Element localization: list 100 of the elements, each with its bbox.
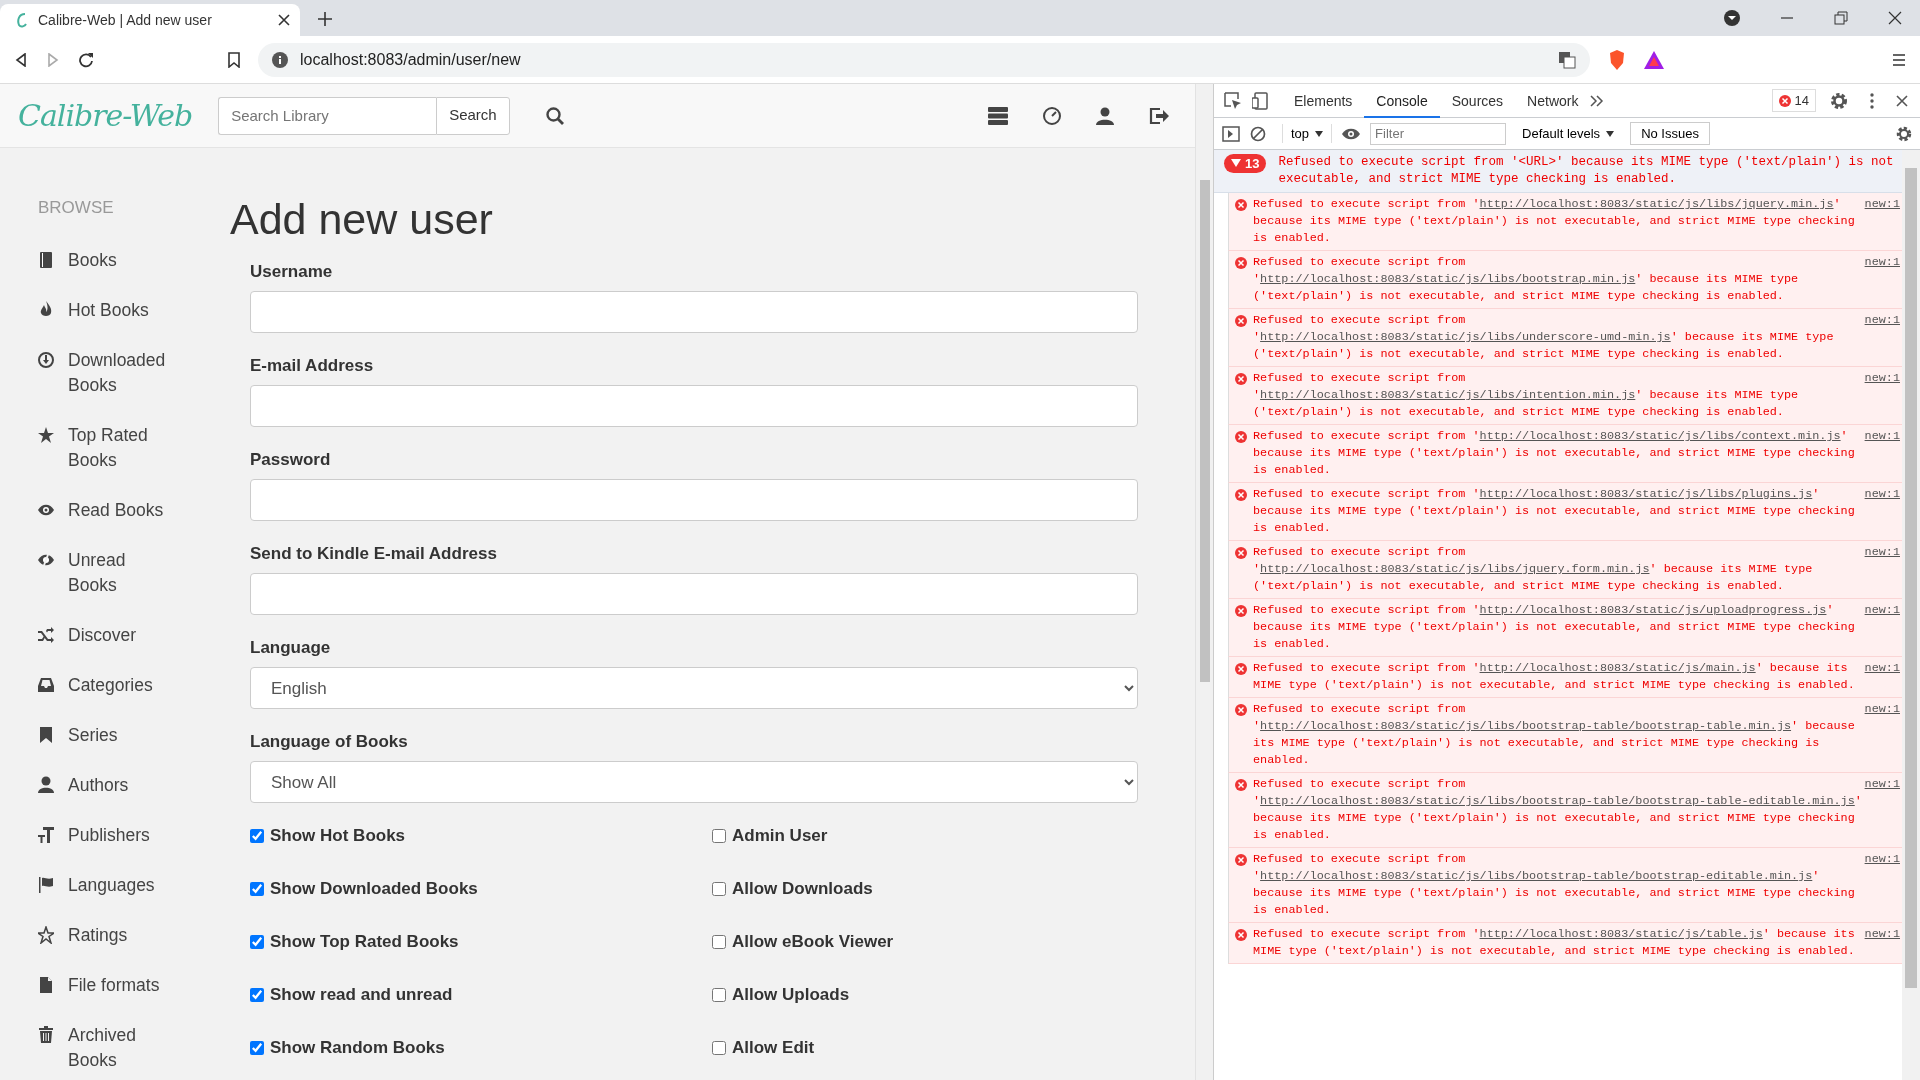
sidebar-link[interactable]: Unread Books <box>68 548 176 598</box>
triangle-icon[interactable] <box>1644 50 1664 69</box>
password-field[interactable] <box>250 479 1138 521</box>
checkbox[interactable] <box>712 829 726 843</box>
checkbox[interactable] <box>712 935 726 949</box>
source-link[interactable]: new:1 <box>1864 926 1900 943</box>
checkbox[interactable] <box>250 988 264 1002</box>
devtools-tab[interactable]: Console <box>1364 84 1440 118</box>
context-select[interactable]: top <box>1282 123 1333 144</box>
back-icon[interactable] <box>14 52 28 67</box>
error-count[interactable]: 14 <box>1771 88 1816 113</box>
url-link[interactable]: http://localhost:8083/static/js/libs/underscore-umd-min.js <box>1260 330 1671 344</box>
checkbox[interactable] <box>250 1041 264 1055</box>
source-link[interactable]: new:1 <box>1864 701 1900 718</box>
device-icon[interactable] <box>1252 91 1268 110</box>
sidebar-link[interactable]: Books <box>68 248 117 273</box>
source-link[interactable]: new:1 <box>1864 660 1900 677</box>
search-field[interactable]: Search Library <box>218 96 437 135</box>
devtools-tab[interactable]: Sources <box>1439 84 1516 118</box>
source-link[interactable]: new:1 <box>1864 196 1900 213</box>
sidebar-link[interactable]: Top Rated Books <box>68 423 176 473</box>
sidebar-link[interactable]: Ratings <box>68 923 128 948</box>
url-link[interactable]: http://localhost:8083/static/js/libs/context.min.js <box>1479 429 1841 443</box>
source-link[interactable]: new:1 <box>1864 370 1900 387</box>
url-link[interactable]: http://localhost:8083/static/js/libs/intention.min.js <box>1260 388 1636 402</box>
sidebar-link[interactable]: Read Books <box>68 498 164 523</box>
settings-icon[interactable] <box>1830 91 1848 110</box>
url-link[interactable]: http://localhost:8083/static/js/libs/jquery.min.js <box>1479 197 1834 211</box>
source-link[interactable]: new:1 <box>1864 312 1900 329</box>
input-field[interactable] <box>250 291 1138 333</box>
checkbox[interactable] <box>250 935 264 949</box>
sidebar-link[interactable]: Archived Books <box>68 1023 176 1073</box>
settings-icon[interactable] <box>1896 125 1912 142</box>
server-icon[interactable] <box>988 106 1008 125</box>
sidebar-link[interactable]: Discover <box>68 623 137 648</box>
sidebar-link[interactable]: Series <box>68 723 118 748</box>
scrollbar-thumb[interactable] <box>1905 168 1917 988</box>
input-field[interactable] <box>250 385 1138 427</box>
checkbox[interactable] <box>712 988 726 1002</box>
source-link[interactable]: new:1 <box>1864 428 1900 445</box>
url-link[interactable]: http://localhost:8083/static/js/libs/plugins.js <box>1479 487 1813 501</box>
issues-button[interactable]: No Issues <box>1630 121 1710 146</box>
new-tab-icon[interactable] <box>318 12 332 26</box>
checkbox[interactable] <box>712 882 726 896</box>
source-link[interactable]: new:1 <box>1864 254 1900 271</box>
url-link[interactable]: http://localhost:8083/static/js/libs/bootstrap-table/bootstrap-table-editable.min.js <box>1260 794 1855 808</box>
url-link[interactable]: http://localhost:8083/static/js/uploadprogress.js <box>1479 603 1827 617</box>
inspect-icon[interactable] <box>1224 91 1242 110</box>
source-link[interactable]: new:1 <box>1864 851 1900 868</box>
error-count-badge[interactable]: 13 <box>1224 154 1267 173</box>
scrollbar-thumb[interactable] <box>1200 180 1210 682</box>
close-icon[interactable] <box>1888 11 1902 25</box>
dashboard-icon[interactable] <box>1043 106 1061 125</box>
user-icon[interactable] <box>1096 106 1114 125</box>
eye-icon[interactable] <box>1342 127 1361 140</box>
url-link[interactable]: http://localhost:8083/static/js/libs/bootstrap.min.js <box>1260 272 1636 286</box>
menu-icon[interactable] <box>1892 52 1906 67</box>
devtools-tab[interactable]: Elements <box>1282 84 1365 118</box>
error-icon <box>1235 198 1247 211</box>
restore-icon[interactable] <box>1834 11 1848 25</box>
dropdown-icon[interactable] <box>1724 10 1740 26</box>
close-icon[interactable] <box>278 14 290 26</box>
sidebar-link[interactable]: Hot Books <box>68 298 149 323</box>
checkbox[interactable] <box>250 829 264 843</box>
close-icon[interactable] <box>1896 94 1908 107</box>
url-link[interactable]: http://localhost:8083/static/js/main.js <box>1479 661 1756 675</box>
checkbox[interactable] <box>250 882 264 896</box>
url-link[interactable]: http://localhost:8083/static/js/libs/jquery.form.min.js <box>1260 562 1650 576</box>
bookmark-icon[interactable] <box>228 51 240 68</box>
lion-shield-icon[interactable] <box>1608 49 1626 70</box>
levels-select[interactable]: Default levels <box>1516 123 1621 144</box>
select-field[interactable]: English <box>250 667 1138 709</box>
more-tabs-icon[interactable] <box>1590 94 1605 107</box>
search-icon[interactable] <box>545 106 564 125</box>
clear-icon[interactable] <box>1250 125 1266 142</box>
source-link[interactable]: new:1 <box>1864 602 1900 619</box>
sidebar-link[interactable]: Languages <box>68 873 155 898</box>
sidebar-toggle-icon[interactable] <box>1222 125 1240 142</box>
more-icon[interactable] <box>1870 92 1874 109</box>
sidebar-link[interactable]: Publishers <box>68 823 150 848</box>
reload-icon[interactable] <box>78 51 94 68</box>
sidebar-link[interactable]: Downloaded Books <box>68 348 176 398</box>
url-link[interactable]: http://localhost:8083/static/js/libs/bootstrap-table/bootstrap-editable.min.js <box>1260 869 1813 883</box>
input-field[interactable] <box>250 573 1138 615</box>
url-link[interactable]: http://localhost:8083/static/js/libs/bootstrap-table/bootstrap-table.min.js <box>1260 719 1792 733</box>
source-link[interactable]: new:1 <box>1864 486 1900 503</box>
logout-icon[interactable] <box>1149 106 1169 125</box>
sidebar-link[interactable]: Categories <box>68 673 153 698</box>
source-link[interactable]: new:1 <box>1864 776 1900 793</box>
select-field[interactable]: Show All <box>250 761 1138 803</box>
source-link[interactable]: new:1 <box>1864 544 1900 561</box>
translate-icon[interactable] <box>1558 50 1576 69</box>
filter-field[interactable]: Filter <box>1370 122 1507 145</box>
url-link[interactable]: http://localhost:8083/static/js/table.js <box>1479 927 1763 941</box>
devtools-tab[interactable]: Network <box>1515 84 1591 118</box>
address-bar[interactable]: localhost:8083/admin/user/new <box>258 42 1590 77</box>
sidebar-link[interactable]: Authors <box>68 773 129 798</box>
search-button[interactable]: Search <box>436 96 510 135</box>
sidebar-link[interactable]: File formats <box>68 973 160 998</box>
checkbox[interactable] <box>712 1041 726 1055</box>
